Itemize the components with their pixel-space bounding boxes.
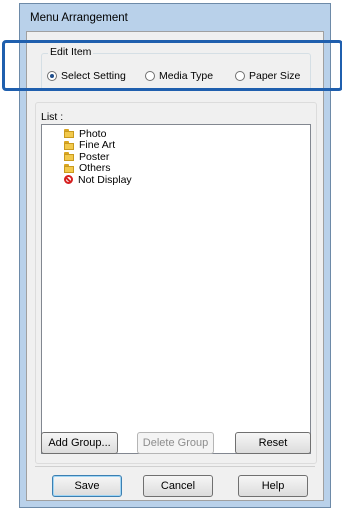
edit-item-highlight — [2, 40, 342, 91]
help-button[interactable]: Help — [238, 475, 308, 497]
list-label: List : — [41, 111, 64, 123]
list-item-label: Not Display — [78, 173, 132, 186]
list-item-label: Fine Art — [79, 139, 116, 152]
folder-icon — [64, 163, 74, 173]
folder-icon — [64, 129, 74, 139]
button-separator — [35, 466, 315, 467]
no-display-icon — [64, 175, 73, 185]
list-item[interactable]: Others — [64, 162, 132, 175]
list-item[interactable]: Poster — [64, 151, 132, 163]
folder-icon — [64, 152, 74, 162]
window-title: Menu Arrangement — [30, 12, 128, 24]
list-item[interactable]: Photo — [64, 128, 132, 140]
list-item-label: Photo — [79, 127, 107, 140]
dialog-body: Edit Item Select Setting Media Type Pape… — [26, 31, 324, 501]
title-bar[interactable]: Menu Arrangement — [20, 4, 330, 32]
save-button[interactable]: Save — [52, 475, 122, 497]
reset-button[interactable]: Reset — [235, 432, 311, 454]
add-group-button[interactable]: Add Group... — [41, 432, 118, 454]
list-item[interactable]: Fine Art — [64, 139, 132, 152]
list-item-label: Poster — [79, 150, 110, 163]
list-item-label: Others — [79, 162, 111, 175]
cancel-button[interactable]: Cancel — [143, 475, 213, 497]
menu-list[interactable]: Photo Fine Art Poster Others Not Display — [41, 124, 311, 454]
delete-group-button[interactable]: Delete Group — [137, 432, 214, 454]
list-item[interactable]: Not Display — [64, 174, 132, 186]
folder-icon — [64, 140, 74, 150]
